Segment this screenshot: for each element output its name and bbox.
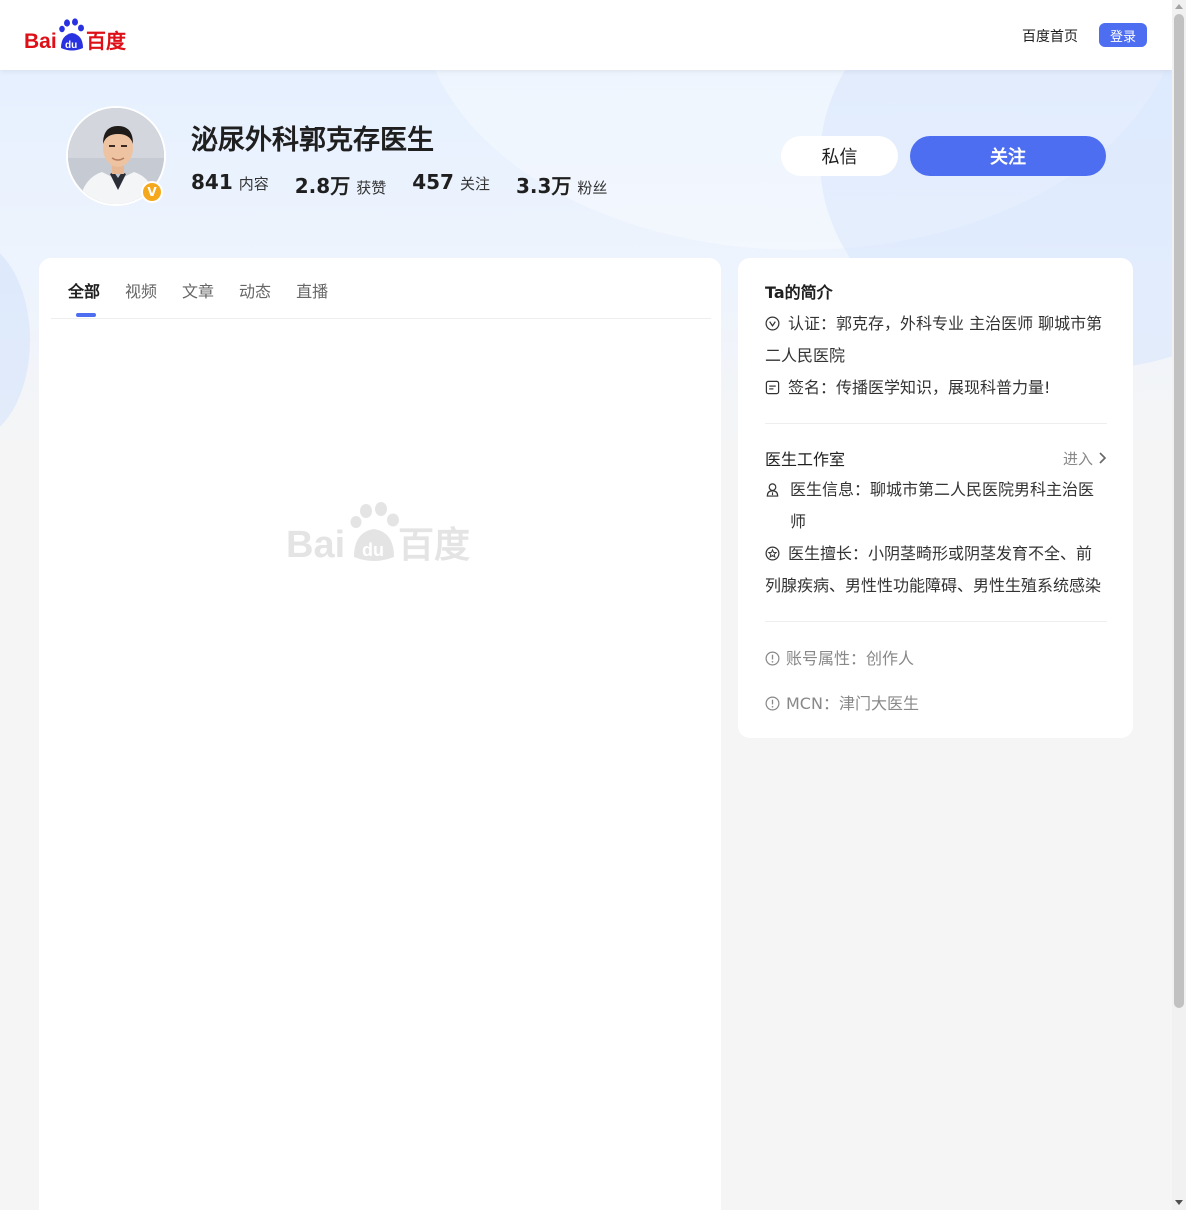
- svg-text:Bai: Bai: [286, 524, 345, 565]
- star-circle-icon: [765, 546, 780, 561]
- stat-number: 2.8万: [294, 174, 351, 198]
- top-navbar: Bai du 百度 百度首页 登录: [0, 0, 1172, 70]
- intro-title: Ta的简介: [765, 283, 833, 302]
- stat-likes: 2.8万 获赞: [295, 170, 386, 199]
- tab-divider: [51, 318, 711, 319]
- signature-text: 签名：传播医学知识，展现科普力量!: [788, 378, 1051, 397]
- private-message-button[interactable]: 私信: [781, 136, 898, 176]
- tab-article[interactable]: 文章: [182, 278, 214, 302]
- stat-label: 关注: [459, 175, 490, 193]
- logo-text-bai: Bai: [24, 30, 57, 53]
- stat-following[interactable]: 457 关注: [412, 170, 490, 199]
- content-tabs: 全部 视频 文章 动态 直播: [68, 278, 328, 302]
- tab-video[interactable]: 视频: [125, 278, 157, 302]
- stat-label: 内容: [238, 175, 269, 193]
- info-circle-icon: [765, 696, 780, 711]
- specialty-text: 医生擅长：小阴茎畸形或阴茎发育不全、前列腺疾病、男性性功能障碍、男性生殖系统感染: [765, 544, 1102, 595]
- tab-dynamic[interactable]: 动态: [239, 278, 271, 302]
- tab-all[interactable]: 全部: [68, 278, 100, 302]
- login-button[interactable]: 登录: [1099, 23, 1147, 47]
- hero-decoration: [0, 240, 30, 440]
- info-circle-icon: [765, 651, 780, 666]
- scroll-up-arrow-icon[interactable]: [1175, 4, 1183, 9]
- doctor-badge-icon: [766, 483, 779, 497]
- svg-text:du: du: [362, 540, 384, 560]
- doctor-info-text: 医生信息：聊城市第二人民医院男科主治医师: [790, 480, 1095, 531]
- svg-text:百度: 百度: [398, 525, 470, 565]
- stat-content[interactable]: 841 内容: [191, 170, 269, 199]
- svg-text:du: du: [65, 40, 77, 51]
- scroll-thumb[interactable]: [1174, 14, 1184, 1008]
- tab-live[interactable]: 直播: [296, 278, 328, 302]
- scroll-down-arrow-icon[interactable]: [1175, 1200, 1183, 1205]
- note-icon: [765, 380, 780, 395]
- paw-icon: du: [59, 18, 84, 51]
- verified-circle-icon: [765, 316, 780, 331]
- stat-number: 841: [191, 170, 233, 194]
- stat-label: 粉丝: [577, 179, 608, 197]
- baidu-logo[interactable]: Bai du 百度: [24, 18, 128, 54]
- mcn-text: MCN：津门大医生: [786, 694, 919, 713]
- account-attribute-text: 账号属性：创作人: [786, 649, 915, 668]
- doctor-studio-header: 医生工作室 进入: [765, 446, 1107, 470]
- account-attribute-line: 账号属性：创作人: [765, 648, 1107, 670]
- content-feed-card: 全部 视频 文章 动态 直播 Bai du 百度: [39, 258, 721, 1210]
- chevron-right-icon: [1099, 452, 1107, 464]
- stat-number: 457: [412, 170, 454, 194]
- baidu-home-link[interactable]: 百度首页: [1022, 26, 1078, 46]
- profile-name: 泌尿外科郭克存医生: [191, 125, 434, 156]
- active-tab-indicator: [76, 313, 96, 317]
- profile-intro-card: Ta的简介 认证：郭克存，外科专业 主治医师 聊城市第二人民医院 签名：传播医学…: [738, 258, 1133, 738]
- logo-text-baidu-cn: 百度: [86, 29, 127, 53]
- studio-title: 医生工作室: [765, 450, 846, 469]
- stat-fans[interactable]: 3.3万 粉丝: [516, 170, 607, 199]
- doctor-info-line: 医生信息：聊城市第二人民医院男科主治医师: [765, 474, 1107, 538]
- loading-baidu-logo-icon: Bai du 百度: [286, 502, 470, 565]
- profile-stats: 841 内容 2.8万 获赞 457 关注 3.3万 粉丝: [191, 170, 607, 199]
- follow-button[interactable]: 关注: [910, 136, 1106, 176]
- specialty-line: 医生擅长：小阴茎畸形或阴茎发育不全、前列腺疾病、男性性功能障碍、男性生殖系统感染: [765, 538, 1107, 602]
- stat-number: 3.3万: [515, 174, 572, 198]
- page-scrollbar[interactable]: [1172, 0, 1186, 1210]
- signature-line: 签名：传播医学知识，展现科普力量!: [765, 372, 1107, 404]
- stat-label: 获赞: [356, 179, 387, 197]
- studio-enter-label: 进入: [1062, 449, 1093, 468]
- studio-enter-link[interactable]: 进入: [1063, 448, 1107, 469]
- certification-line: 认证：郭克存，外科专业 主治医师 聊城市第二人民医院: [765, 308, 1107, 372]
- certification-text: 认证：郭克存，外科专业 主治医师 聊城市第二人民医院: [765, 314, 1103, 365]
- verified-badge-icon: V: [141, 181, 163, 203]
- mcn-line: MCN：津门大医生: [765, 693, 1107, 715]
